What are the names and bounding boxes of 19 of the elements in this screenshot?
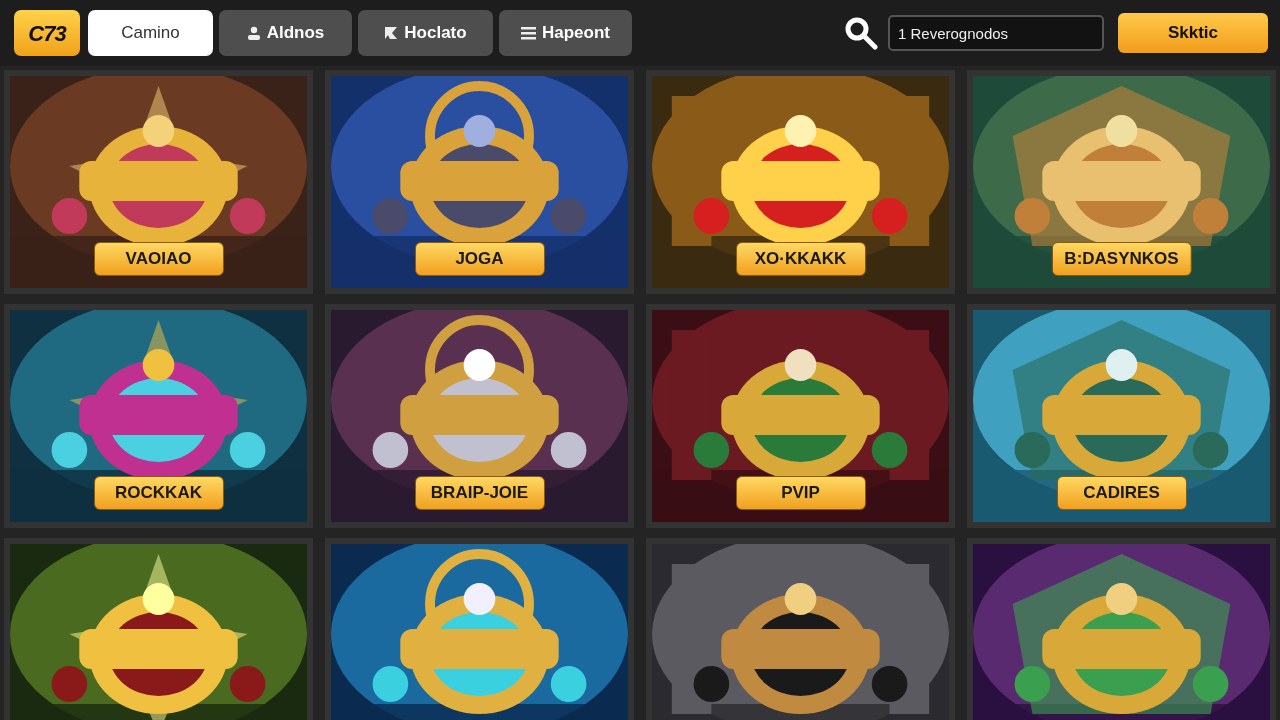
- action-button[interactable]: Skktic: [1118, 13, 1268, 53]
- game-button[interactable]: VAOIAO: [93, 242, 224, 276]
- menu-icon: [521, 26, 536, 40]
- game-button[interactable]: B:DASYNKOS: [1051, 242, 1192, 276]
- search-field[interactable]: 1 Reverognodos: [888, 15, 1104, 51]
- nav-tab[interactable]: Hoclato: [358, 10, 493, 56]
- search-icon[interactable]: [844, 16, 878, 50]
- person-icon: [246, 26, 261, 40]
- nav-tab[interactable]: Aldnos: [219, 10, 352, 56]
- game-button[interactable]: XO·KKAKK: [735, 242, 866, 276]
- flag-icon: [384, 26, 399, 40]
- game-button[interactable]: JOGA: [414, 242, 545, 276]
- game-button[interactable]: CADIRES: [1056, 476, 1187, 510]
- game-button[interactable]: ROCKKAK: [93, 476, 224, 510]
- nav-tab[interactable]: Camino: [88, 10, 213, 56]
- game-button[interactable]: BRAIP-JOIE: [414, 476, 545, 510]
- logo[interactable]: C73: [14, 10, 80, 56]
- nav-tab[interactable]: Hapeont: [499, 10, 632, 56]
- game-button[interactable]: PVIP: [735, 476, 866, 510]
